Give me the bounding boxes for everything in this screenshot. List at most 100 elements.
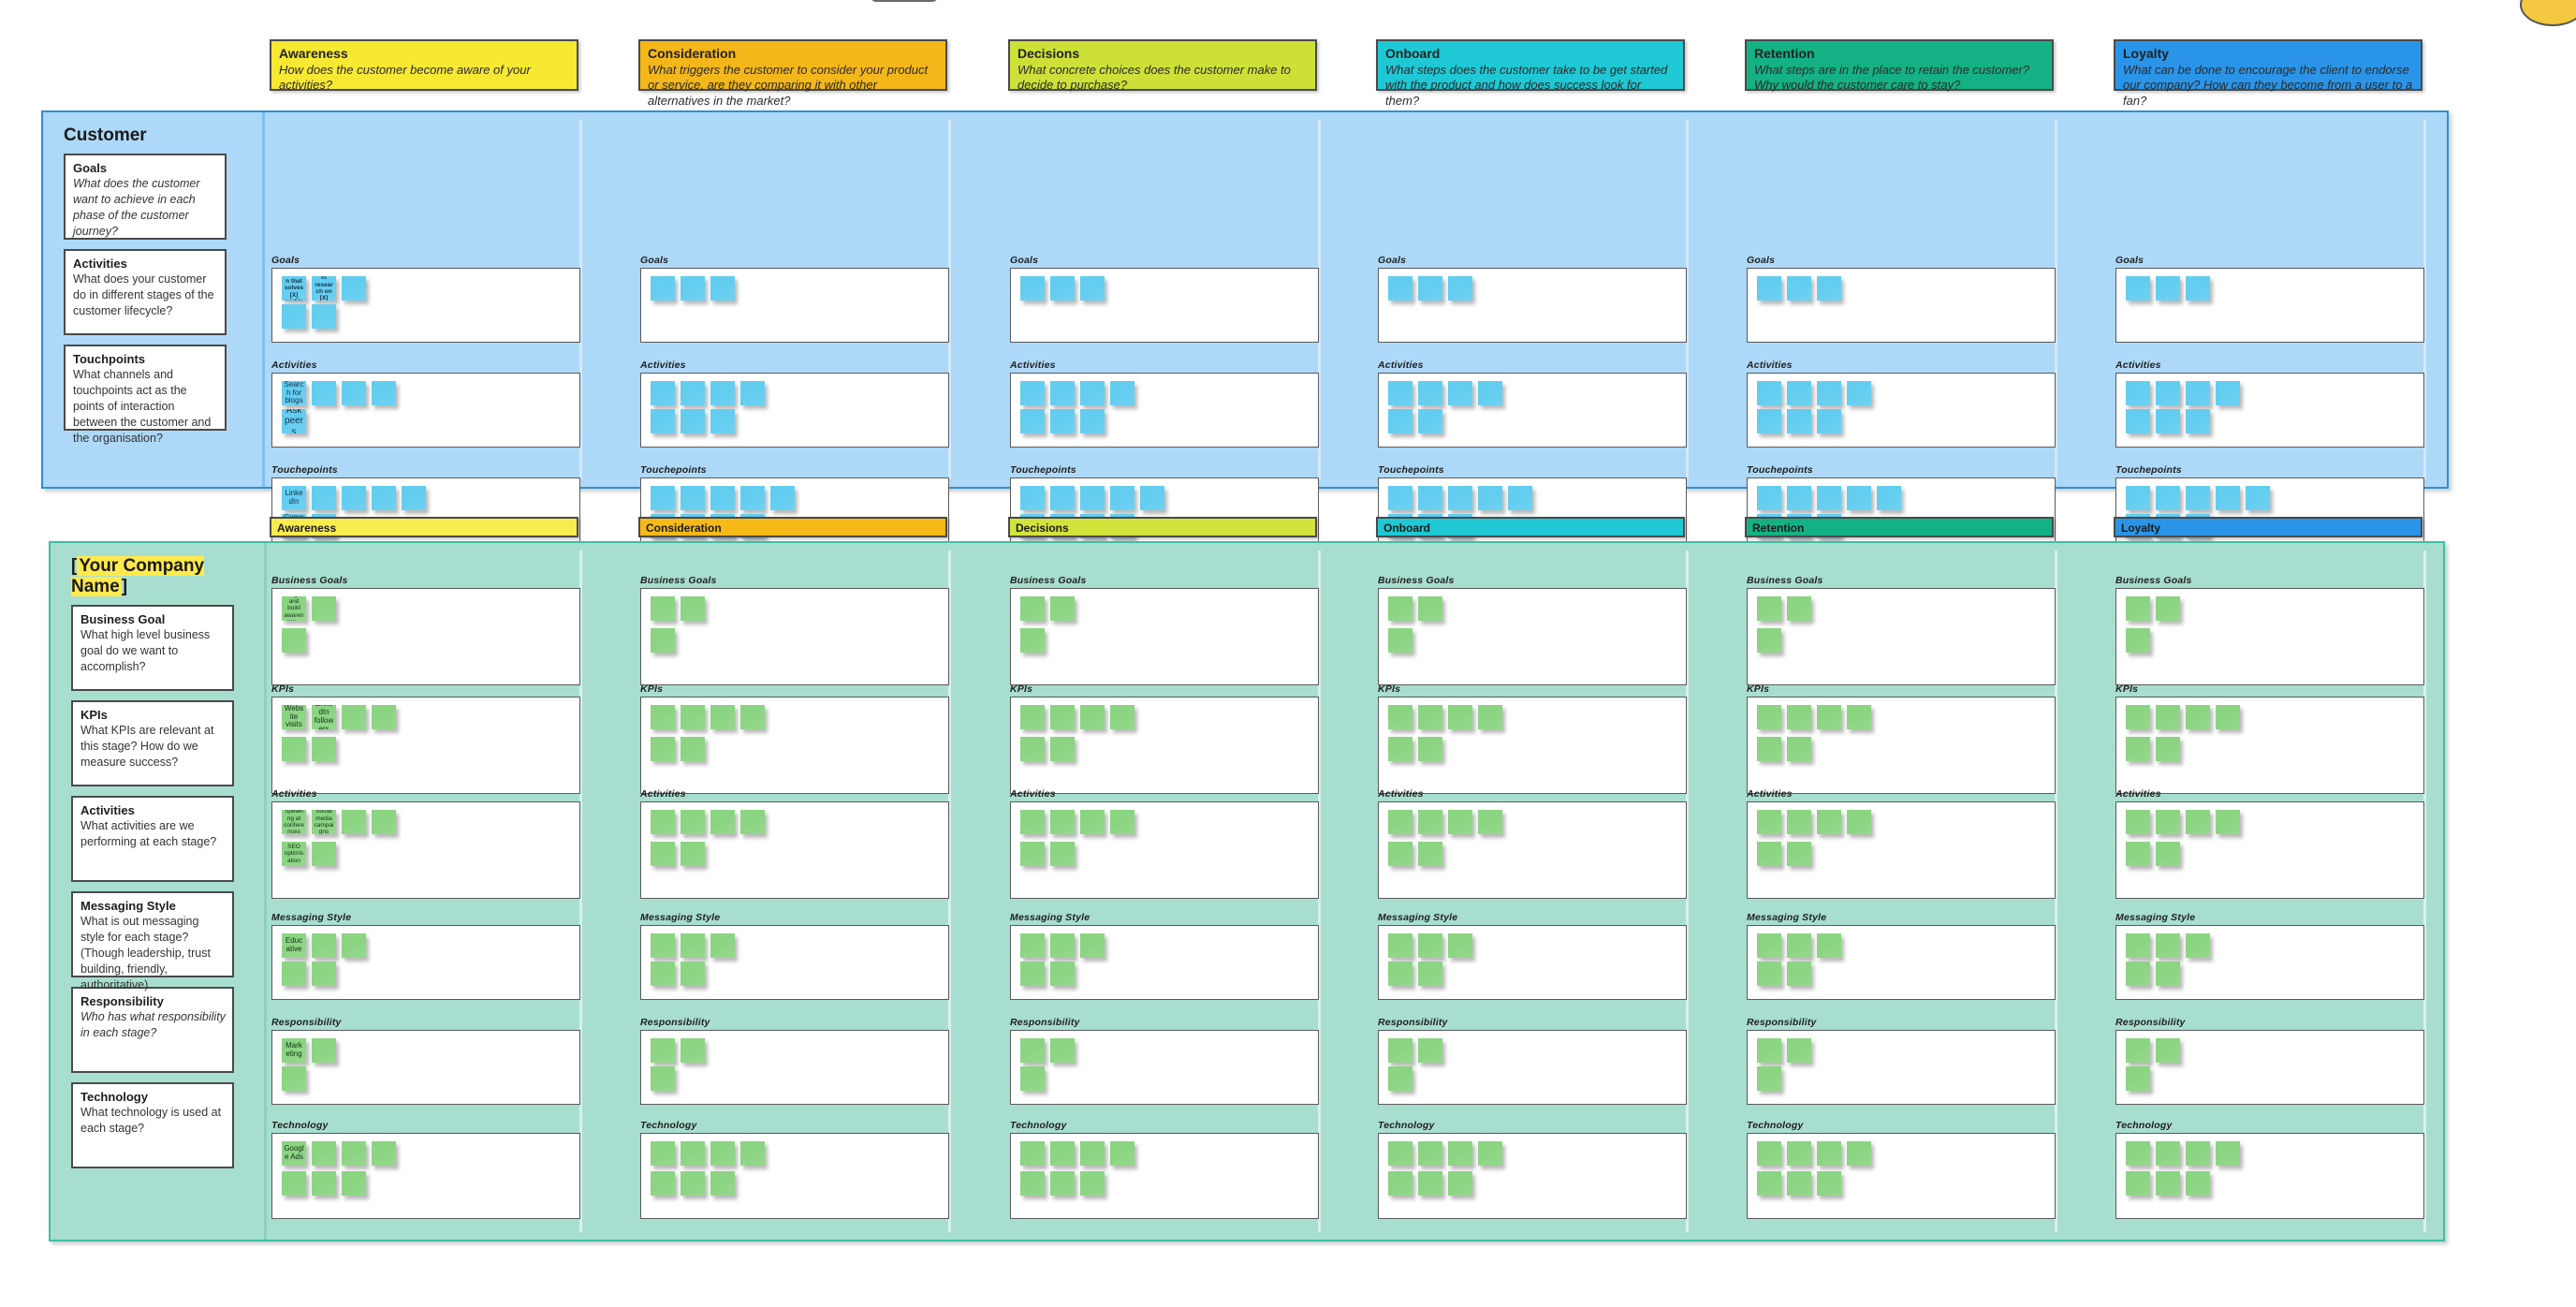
sticky-note[interactable]: Social media campaigns (312, 810, 336, 834)
sticky-note[interactable] (1817, 933, 1841, 958)
sticky-note[interactable] (312, 596, 336, 621)
sticky-note[interactable] (1080, 276, 1105, 301)
sticky-note[interactable] (1418, 381, 1442, 405)
sticky-note[interactable] (1050, 1141, 1075, 1166)
sticky-note[interactable] (2156, 381, 2180, 405)
sticky-note[interactable] (1757, 810, 1781, 834)
band-box[interactable] (1747, 588, 2056, 685)
sticky-note[interactable] (1080, 810, 1105, 834)
sticky-note[interactable] (1020, 1066, 1045, 1091)
band-box[interactable]: Find a solution that solves [X] problem.… (271, 268, 580, 343)
sticky-note[interactable] (710, 1141, 735, 1166)
sticky-note[interactable] (710, 1171, 735, 1196)
sticky-note[interactable] (2126, 596, 2150, 621)
company-legend-card-messaging-style[interactable]: Messaging Style What is out messaging sty… (71, 891, 234, 991)
sticky-note[interactable]: LinkedIn (282, 486, 306, 510)
sticky-note[interactable] (1817, 705, 1841, 729)
phase-header-retention[interactable]: Retention What steps are in the place to … (1745, 39, 2054, 92)
phase-header-awareness[interactable]: Awareness How does the customer become aw… (270, 39, 578, 92)
sticky-note[interactable] (651, 705, 675, 729)
sticky-note[interactable]: Speaking at conferences (282, 810, 306, 834)
sticky-note[interactable]: LinkedIn followers (312, 705, 336, 729)
band-box[interactable]: Google Ads (271, 1133, 580, 1219)
sticky-note[interactable] (740, 810, 765, 834)
sticky-note[interactable] (1020, 276, 1045, 301)
sticky-note[interactable] (282, 1171, 306, 1196)
sticky-note[interactable] (2126, 628, 2150, 653)
sticky-note[interactable] (2126, 962, 2150, 986)
sticky-note[interactable] (681, 1038, 705, 1063)
band-box[interactable] (2115, 1133, 2424, 1219)
sticky-note[interactable] (2156, 596, 2180, 621)
sticky-note[interactable] (1757, 596, 1781, 621)
sticky-note[interactable] (312, 1038, 336, 1063)
stage-tab-onboard[interactable]: Onboard (1376, 517, 1685, 537)
sticky-note[interactable] (1080, 409, 1105, 433)
sticky-note[interactable] (2156, 486, 2180, 510)
sticky-note[interactable] (1020, 1171, 1045, 1196)
sticky-note[interactable] (651, 276, 675, 301)
sticky-note[interactable] (1757, 962, 1781, 986)
sticky-note[interactable] (1418, 1141, 1442, 1166)
sticky-note[interactable] (372, 1141, 396, 1166)
band-box[interactable] (640, 697, 949, 794)
sticky-note[interactable] (1787, 842, 1811, 866)
sticky-note[interactable] (681, 705, 705, 729)
band-box[interactable]: Search for blogs Ask peers (271, 373, 580, 448)
sticky-note[interactable] (2186, 1171, 2210, 1196)
sticky-note[interactable]: Google Ads (282, 1141, 306, 1166)
sticky-note[interactable] (681, 409, 705, 433)
stage-tab-consideration[interactable]: Consideration (638, 517, 947, 537)
sticky-note[interactable] (1418, 486, 1442, 510)
sticky-note[interactable] (1020, 381, 1045, 405)
sticky-note[interactable] (2126, 409, 2150, 433)
sticky-note[interactable] (1757, 705, 1781, 729)
sticky-note[interactable] (312, 304, 336, 329)
sticky-note[interactable] (1787, 737, 1811, 761)
sticky-note[interactable] (1478, 810, 1502, 834)
band-box[interactable] (1378, 268, 1687, 343)
customer-legend-card-activities[interactable]: Activities What does your customer do in … (64, 249, 227, 335)
sticky-note[interactable] (282, 737, 306, 761)
sticky-note[interactable] (1757, 842, 1781, 866)
sticky-note[interactable] (1448, 1171, 1472, 1196)
sticky-note[interactable]: Ask peers (282, 409, 306, 433)
sticky-note[interactable] (312, 842, 336, 866)
sticky-note[interactable] (710, 810, 735, 834)
customer-legend-card-goals[interactable]: Goals What does the customer want to achi… (64, 154, 227, 240)
sticky-note[interactable] (1050, 737, 1075, 761)
sticky-note[interactable] (1388, 705, 1412, 729)
sticky-note[interactable] (681, 486, 705, 510)
sticky-note[interactable] (710, 409, 735, 433)
sticky-note[interactable] (2156, 1038, 2180, 1063)
stage-tab-loyalty[interactable]: Loyalty (2114, 517, 2422, 537)
sticky-note[interactable] (1787, 1141, 1811, 1166)
sticky-note[interactable] (282, 628, 306, 653)
sticky-note[interactable] (1418, 1038, 1442, 1063)
sticky-note[interactable] (1110, 810, 1134, 834)
sticky-note[interactable] (342, 486, 366, 510)
band-box[interactable] (1010, 373, 1319, 448)
band-box[interactable] (1747, 925, 2056, 1000)
sticky-note[interactable] (2156, 1171, 2180, 1196)
sticky-note[interactable] (1478, 705, 1502, 729)
band-box[interactable] (640, 373, 949, 448)
band-box[interactable] (640, 1133, 949, 1219)
sticky-note[interactable] (1787, 962, 1811, 986)
sticky-note[interactable] (312, 1141, 336, 1166)
sticky-note[interactable]: Marketing (282, 1038, 306, 1063)
sticky-note[interactable] (1050, 409, 1075, 433)
band-box[interactable] (1010, 268, 1319, 343)
sticky-note[interactable] (372, 381, 396, 405)
sticky-note[interactable] (1020, 737, 1045, 761)
sticky-note[interactable] (1817, 409, 1841, 433)
sticky-note[interactable] (1050, 962, 1075, 986)
company-legend-card-responsibility[interactable]: Responsibility Who has what responsibilit… (71, 987, 234, 1073)
sticky-note[interactable] (1388, 596, 1412, 621)
stage-tab-awareness[interactable]: Awareness (270, 517, 578, 537)
sticky-note[interactable] (2156, 962, 2180, 986)
sticky-note[interactable] (1020, 842, 1045, 866)
sticky-note[interactable]: SEO optimisation (282, 842, 306, 866)
band-box[interactable]: Target and build awareness... (271, 588, 580, 685)
sticky-note[interactable] (1388, 962, 1412, 986)
